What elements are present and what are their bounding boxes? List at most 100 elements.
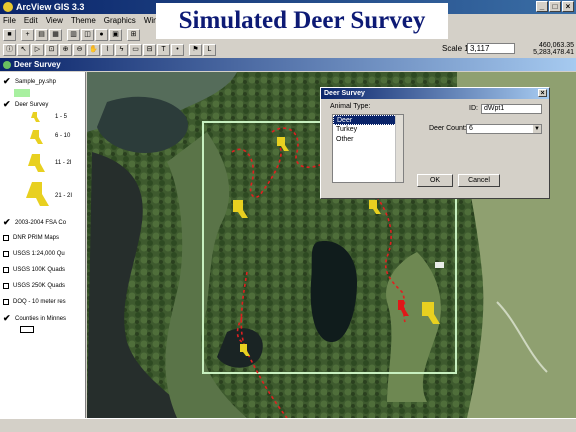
status-bar bbox=[0, 418, 576, 432]
toc-item-label: Sample_py.shp bbox=[15, 79, 56, 85]
toc-item-label: Deer Survey bbox=[15, 102, 49, 108]
line-tool-icon[interactable]: L bbox=[203, 43, 216, 56]
coordinate-x: 460,063.35 bbox=[538, 42, 574, 49]
visibility-checkbox[interactable]: ✔ bbox=[3, 218, 11, 227]
list-scrollbar[interactable] bbox=[395, 115, 403, 182]
menu-view[interactable]: View bbox=[46, 16, 63, 25]
pan-icon[interactable]: ✋ bbox=[87, 43, 100, 56]
toc-item-label: Counties in Minnes bbox=[15, 316, 67, 322]
deer-marker-large-icon bbox=[28, 154, 45, 172]
visibility-checkbox[interactable] bbox=[3, 251, 9, 257]
slide-title: Simulated Deer Survey bbox=[156, 3, 448, 39]
zoom-in-icon[interactable]: ⊕ bbox=[59, 43, 72, 56]
toc-item-usgs100k[interactable]: USGS 100K Quads bbox=[3, 267, 65, 273]
toc-item-usgs24k[interactable]: USGS 1:24,000 Qu bbox=[3, 251, 65, 257]
toc-item-label: 2003-2004 FSA Co bbox=[15, 220, 67, 226]
animal-type-list[interactable]: Deer Turkey Other bbox=[332, 114, 404, 183]
animal-option-other[interactable]: Other bbox=[333, 135, 403, 145]
app-title: ArcView GIS 3.3 bbox=[16, 2, 85, 12]
id-field[interactable]: dWpt1 bbox=[481, 104, 542, 114]
legend-class-label: 21 - 2I bbox=[55, 193, 73, 199]
visibility-checkbox[interactable]: ✔ bbox=[3, 77, 11, 86]
toc-item-sample[interactable]: ✔ Sample_py.shp bbox=[3, 77, 56, 86]
measure-icon[interactable]: ⌇ bbox=[101, 43, 114, 56]
deer-marker-medium-icon bbox=[30, 130, 43, 144]
open-table-icon[interactable]: ▥ bbox=[67, 28, 80, 41]
identify-icon[interactable]: ⓘ bbox=[3, 43, 16, 56]
scale-input[interactable]: 3,117 bbox=[467, 43, 515, 54]
menu-file[interactable]: File bbox=[3, 16, 16, 25]
table-of-contents: ✔ Sample_py.shp ✔ Deer Survey 1 - 5 6 - … bbox=[0, 72, 86, 418]
zoom-full-icon[interactable]: ⊞ bbox=[127, 28, 140, 41]
coordinate-y: 5,283,478.41 bbox=[533, 49, 574, 56]
save-project-icon[interactable]: ■ bbox=[3, 28, 16, 41]
toc-item-fsa[interactable]: ✔ 2003-2004 FSA Co bbox=[3, 218, 67, 227]
animal-type-label: Animal Type: bbox=[330, 103, 371, 110]
dialog-close-button[interactable]: × bbox=[538, 89, 547, 97]
hotlink-icon[interactable]: ϟ bbox=[115, 43, 128, 56]
find-icon[interactable]: ◫ bbox=[81, 28, 94, 41]
chevron-down-icon[interactable]: ▼ bbox=[533, 125, 541, 133]
cancel-button[interactable]: Cancel bbox=[458, 174, 500, 187]
deer-count-label: Deer Count: bbox=[429, 125, 467, 132]
close-button[interactable]: × bbox=[562, 1, 574, 12]
visibility-checkbox[interactable] bbox=[3, 283, 9, 289]
label-icon[interactable]: ⊟ bbox=[143, 43, 156, 56]
deer-count-value: 6 bbox=[469, 125, 473, 132]
vertex-edit-icon[interactable]: ▷ bbox=[31, 43, 44, 56]
visibility-checkbox[interactable] bbox=[3, 235, 9, 241]
draw-tool-icon[interactable]: • bbox=[171, 43, 184, 56]
theme-properties-icon[interactable]: ▤ bbox=[35, 28, 48, 41]
view-titlebar: Deer Survey bbox=[0, 58, 576, 71]
toc-item-counties[interactable]: ✔ Counties in Minnes bbox=[3, 314, 67, 323]
dialog-titlebar: Deer Survey × bbox=[321, 88, 549, 99]
select-feature-icon[interactable]: ⊡ bbox=[45, 43, 58, 56]
toc-item-label: USGS 250K Quads bbox=[13, 283, 66, 289]
coordinate-readout: 460,063.35 5,283,478.41 bbox=[520, 42, 574, 56]
maximize-button[interactable]: □ bbox=[549, 1, 561, 12]
animal-option-deer[interactable]: Deer bbox=[333, 115, 403, 125]
visibility-checkbox[interactable] bbox=[3, 299, 9, 305]
view-title: Deer Survey bbox=[14, 60, 61, 69]
building bbox=[435, 262, 444, 268]
menu-graphics[interactable]: Graphics bbox=[104, 16, 136, 25]
edit-legend-icon[interactable]: ▦ bbox=[49, 28, 62, 41]
animal-option-turkey[interactable]: Turkey bbox=[333, 125, 403, 135]
deer-survey-dialog: Deer Survey × Animal Type: Deer Turkey O… bbox=[320, 87, 550, 199]
pointer-icon[interactable]: ↖ bbox=[17, 43, 30, 56]
toc-item-doq[interactable]: DOQ - 10 meter res bbox=[3, 299, 66, 305]
minimize-button[interactable]: _ bbox=[536, 1, 548, 12]
polygon-swatch bbox=[14, 89, 30, 97]
area-of-interest-icon[interactable]: ▭ bbox=[129, 43, 142, 56]
locate-icon[interactable]: ▣ bbox=[109, 28, 122, 41]
county-swatch bbox=[20, 326, 34, 333]
dialog-title: Deer Survey bbox=[324, 90, 365, 97]
toc-item-label: USGS 1:24,000 Qu bbox=[13, 251, 65, 257]
menu-edit[interactable]: Edit bbox=[24, 16, 38, 25]
id-label: ID: bbox=[469, 105, 478, 112]
deer-count-select[interactable]: 6 ▼ bbox=[466, 124, 542, 134]
toc-item-label: DOQ - 10 meter res bbox=[13, 299, 66, 305]
text-tool-icon[interactable]: T bbox=[157, 43, 170, 56]
toc-item-label: DNR PRIM Maps bbox=[13, 235, 60, 241]
deer-survey-tool-icon[interactable]: ⚑ bbox=[189, 43, 202, 56]
visibility-checkbox[interactable]: ✔ bbox=[3, 100, 11, 109]
legend-class-label: 1 - 5 bbox=[55, 114, 68, 120]
visibility-checkbox[interactable] bbox=[3, 267, 9, 273]
toc-item-label: USGS 100K Quads bbox=[13, 267, 66, 273]
window-controls: _ □ × bbox=[536, 1, 574, 12]
legend-class-label: 11 - 2I bbox=[55, 160, 72, 166]
toc-item-dnr[interactable]: DNR PRIM Maps bbox=[3, 235, 59, 241]
view-icon bbox=[3, 60, 11, 69]
visibility-checkbox[interactable]: ✔ bbox=[3, 314, 11, 323]
deer-marker-small-icon bbox=[31, 112, 40, 122]
ok-button[interactable]: OK bbox=[417, 174, 453, 187]
query-icon[interactable]: ● bbox=[95, 28, 108, 41]
arcview-icon bbox=[3, 2, 13, 12]
add-theme-icon[interactable]: + bbox=[21, 28, 34, 41]
menu-theme[interactable]: Theme bbox=[71, 16, 96, 25]
zoom-out-icon[interactable]: ⊖ bbox=[73, 43, 86, 56]
toc-item-usgs250k[interactable]: USGS 250K Quads bbox=[3, 283, 65, 289]
toc-item-deer-survey[interactable]: ✔ Deer Survey bbox=[3, 100, 49, 109]
deer-marker-xlarge-icon bbox=[26, 182, 49, 206]
